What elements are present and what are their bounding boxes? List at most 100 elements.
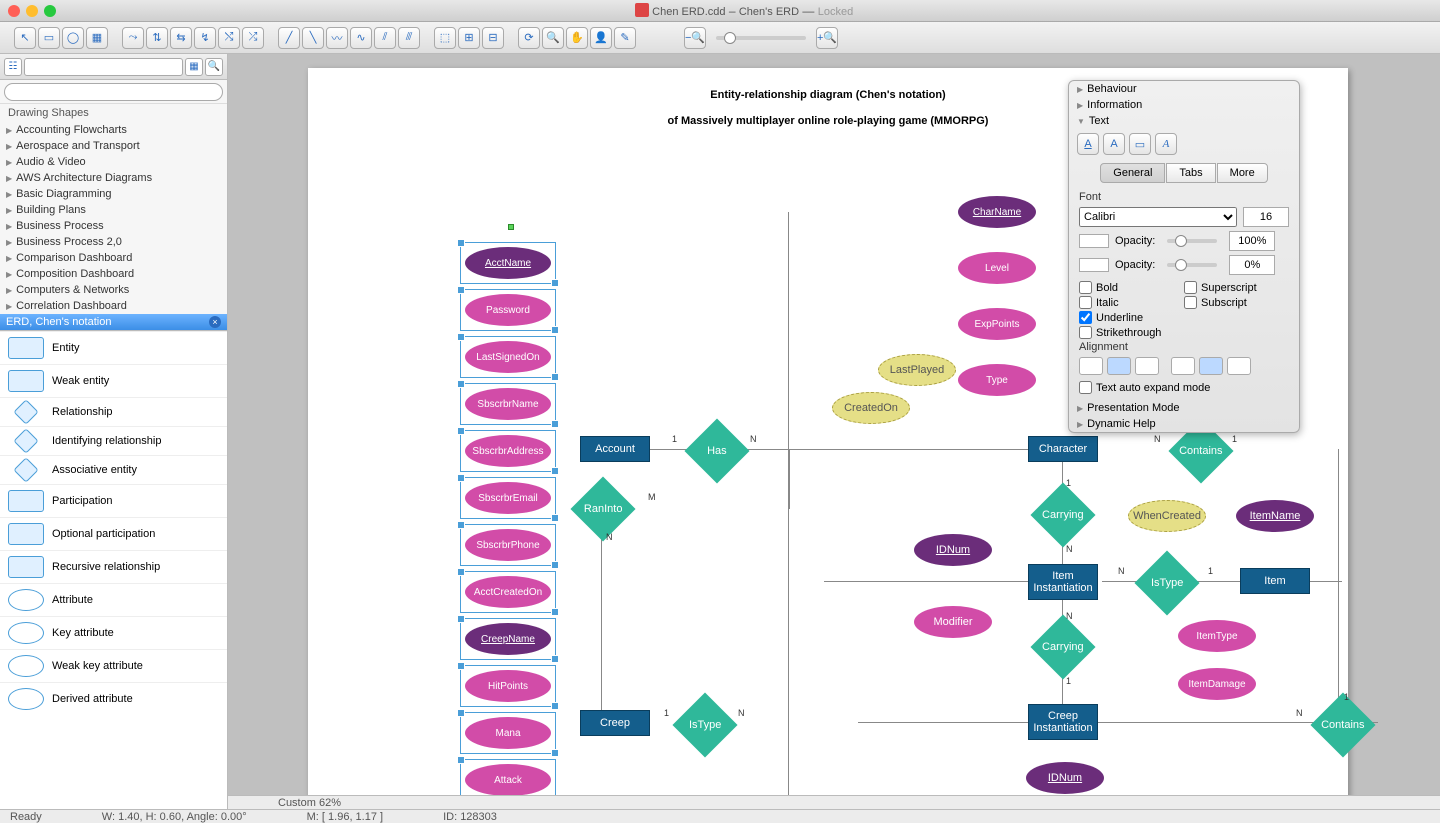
attr-modifier[interactable]: Modifier bbox=[914, 606, 992, 638]
sidebar-search-icon[interactable]: 🔍 bbox=[205, 58, 223, 76]
group-tool-3[interactable]: ⊟ bbox=[482, 27, 504, 49]
stencil-item[interactable]: Derived attribute bbox=[0, 682, 227, 715]
opacity-value-1[interactable] bbox=[1229, 231, 1275, 251]
valign-middle[interactable] bbox=[1199, 357, 1223, 375]
rel-carrying-2[interactable]: Carrying bbox=[1030, 614, 1095, 679]
sidebar-item[interactable]: Comparison Dashboard bbox=[0, 250, 227, 266]
opacity-value-2[interactable] bbox=[1229, 255, 1275, 275]
refresh-tool[interactable]: ⟳ bbox=[518, 27, 540, 49]
strike-checkbox[interactable] bbox=[1079, 326, 1092, 339]
rel-has[interactable]: Has bbox=[684, 418, 749, 483]
selected-attr[interactable]: SbscrbrAddress bbox=[460, 430, 556, 472]
panel-presentation[interactable]: Presentation Mode bbox=[1069, 400, 1299, 416]
rect-tool[interactable]: ▭ bbox=[38, 27, 60, 49]
sidebar-input[interactable] bbox=[24, 58, 183, 76]
stencil-item[interactable]: Relationship bbox=[0, 397, 227, 426]
key-itemname[interactable]: ItemName bbox=[1236, 500, 1314, 532]
canvas[interactable]: Entity-relationship diagram (Chen's nota… bbox=[228, 54, 1440, 809]
attr-createdon[interactable]: CreatedOn bbox=[832, 392, 910, 424]
selected-attr[interactable]: SbscrbrPhone bbox=[460, 524, 556, 566]
stencil-item[interactable]: Identifying relationship bbox=[0, 426, 227, 455]
selected-attr[interactable]: AcctName bbox=[460, 242, 556, 284]
sidebar-item[interactable]: Composition Dashboard bbox=[0, 266, 227, 282]
connector-tool-4[interactable]: ↯ bbox=[194, 27, 216, 49]
properties-panel[interactable]: Behaviour Information Text A A ▭ A Gener… bbox=[1068, 80, 1300, 433]
line-tool-1[interactable]: ╱ bbox=[278, 27, 300, 49]
item-attr[interactable]: ItemType bbox=[1178, 620, 1256, 652]
zoom-level[interactable]: Custom 62% bbox=[278, 797, 341, 809]
entity-account[interactable]: Account bbox=[580, 436, 650, 462]
hand-tool[interactable]: ✋ bbox=[566, 27, 588, 49]
zoom-out-icon[interactable]: −🔍 bbox=[684, 27, 706, 49]
stencil-item[interactable]: Optional participation bbox=[0, 517, 227, 550]
sidebar-item[interactable]: Building Plans bbox=[0, 202, 227, 218]
attr-whencreated[interactable]: WhenCreated bbox=[1128, 500, 1206, 532]
connector-tool-2[interactable]: ⇅ bbox=[146, 27, 168, 49]
zoom-in-icon[interactable]: +🔍 bbox=[816, 27, 838, 49]
entity-item[interactable]: Item bbox=[1240, 568, 1310, 594]
selected-attr[interactable]: LastSignedOn bbox=[460, 336, 556, 378]
char-attr[interactable]: Level bbox=[958, 252, 1036, 284]
sidebar-tree-icon[interactable]: ☷ bbox=[4, 58, 22, 76]
tab-tabs[interactable]: Tabs bbox=[1166, 163, 1215, 183]
text-rect-icon[interactable]: ▭ bbox=[1129, 133, 1151, 155]
line-tool-4[interactable]: ∿ bbox=[350, 27, 372, 49]
font-select[interactable]: Calibri bbox=[1079, 207, 1237, 227]
entity-creep[interactable]: Creep bbox=[580, 710, 650, 736]
zoom-icon[interactable] bbox=[44, 5, 56, 17]
item-attr[interactable]: ItemDamage bbox=[1178, 668, 1256, 700]
panel-section-behaviour[interactable]: Behaviour bbox=[1069, 81, 1299, 97]
selected-attr[interactable]: Mana bbox=[460, 712, 556, 754]
char-attr[interactable]: Type bbox=[958, 364, 1036, 396]
valign-top[interactable] bbox=[1171, 357, 1195, 375]
tab-more[interactable]: More bbox=[1217, 163, 1268, 183]
stencil-item[interactable]: Associative entity bbox=[0, 455, 227, 484]
selection-handle[interactable] bbox=[508, 224, 514, 230]
text-color-icon[interactable]: A bbox=[1077, 133, 1099, 155]
panel-section-information[interactable]: Information bbox=[1069, 97, 1299, 113]
opacity-swatch-2[interactable] bbox=[1079, 258, 1109, 272]
attr-lastplayed[interactable]: LastPlayed bbox=[878, 354, 956, 386]
align-center[interactable] bbox=[1107, 357, 1131, 375]
sidebar-item[interactable]: Accounting Flowcharts bbox=[0, 122, 227, 138]
connector-tool-5[interactable]: ⤭ bbox=[218, 27, 240, 49]
panel-dynamic-help[interactable]: Dynamic Help bbox=[1069, 416, 1299, 432]
line-tool-6[interactable]: ⫻ bbox=[398, 27, 420, 49]
person-tool[interactable]: 👤 bbox=[590, 27, 612, 49]
align-left[interactable] bbox=[1079, 357, 1103, 375]
table-tool[interactable]: ▦ bbox=[86, 27, 108, 49]
zoom-slider[interactable] bbox=[716, 36, 806, 40]
entity-character[interactable]: Character bbox=[1028, 436, 1098, 462]
line-tool-5[interactable]: ⫽ bbox=[374, 27, 396, 49]
connector-tool-6[interactable]: ⤮ bbox=[242, 27, 264, 49]
autoexpand-checkbox[interactable] bbox=[1079, 381, 1092, 394]
selected-attr[interactable]: HitPoints bbox=[460, 665, 556, 707]
selected-attr[interactable]: Password bbox=[460, 289, 556, 331]
entity-creepinst[interactable]: Creep Instantiation bbox=[1028, 704, 1098, 740]
connector-tool-1[interactable]: ⤳ bbox=[122, 27, 144, 49]
opacity-slider-2[interactable] bbox=[1167, 263, 1217, 267]
opacity-swatch-1[interactable] bbox=[1079, 234, 1109, 248]
stencil-item[interactable]: Key attribute bbox=[0, 616, 227, 649]
char-attr[interactable]: CharName bbox=[958, 196, 1036, 228]
sidebar-item-active[interactable]: ERD, Chen's notation× bbox=[0, 314, 227, 330]
stencil-item[interactable]: Weak entity bbox=[0, 364, 227, 397]
close-icon[interactable]: × bbox=[209, 316, 221, 328]
horizontal-scroll[interactable]: Custom 62% bbox=[228, 795, 1440, 809]
sidebar-item[interactable]: Business Process bbox=[0, 218, 227, 234]
tab-general[interactable]: General bbox=[1100, 163, 1165, 183]
selected-attr[interactable]: CreepName bbox=[460, 618, 556, 660]
rel-istype-1[interactable]: IsType bbox=[1134, 550, 1199, 615]
font-size-input[interactable] bbox=[1243, 207, 1289, 227]
rel-istype-2[interactable]: IsType bbox=[672, 692, 737, 757]
entity-iteminst[interactable]: Item Instantiation bbox=[1028, 564, 1098, 600]
group-tool-1[interactable]: ⬚ bbox=[434, 27, 456, 49]
selected-attr[interactable]: AcctCreatedOn bbox=[460, 571, 556, 613]
super-checkbox[interactable] bbox=[1184, 281, 1197, 294]
eyedropper-tool[interactable]: ✎ bbox=[614, 27, 636, 49]
sidebar-filter-input[interactable] bbox=[4, 83, 223, 101]
sub-checkbox[interactable] bbox=[1184, 296, 1197, 309]
sidebar-item[interactable]: Audio & Video bbox=[0, 154, 227, 170]
pointer-tool[interactable]: ↖ bbox=[14, 27, 36, 49]
text-highlight-icon[interactable]: A bbox=[1103, 133, 1125, 155]
